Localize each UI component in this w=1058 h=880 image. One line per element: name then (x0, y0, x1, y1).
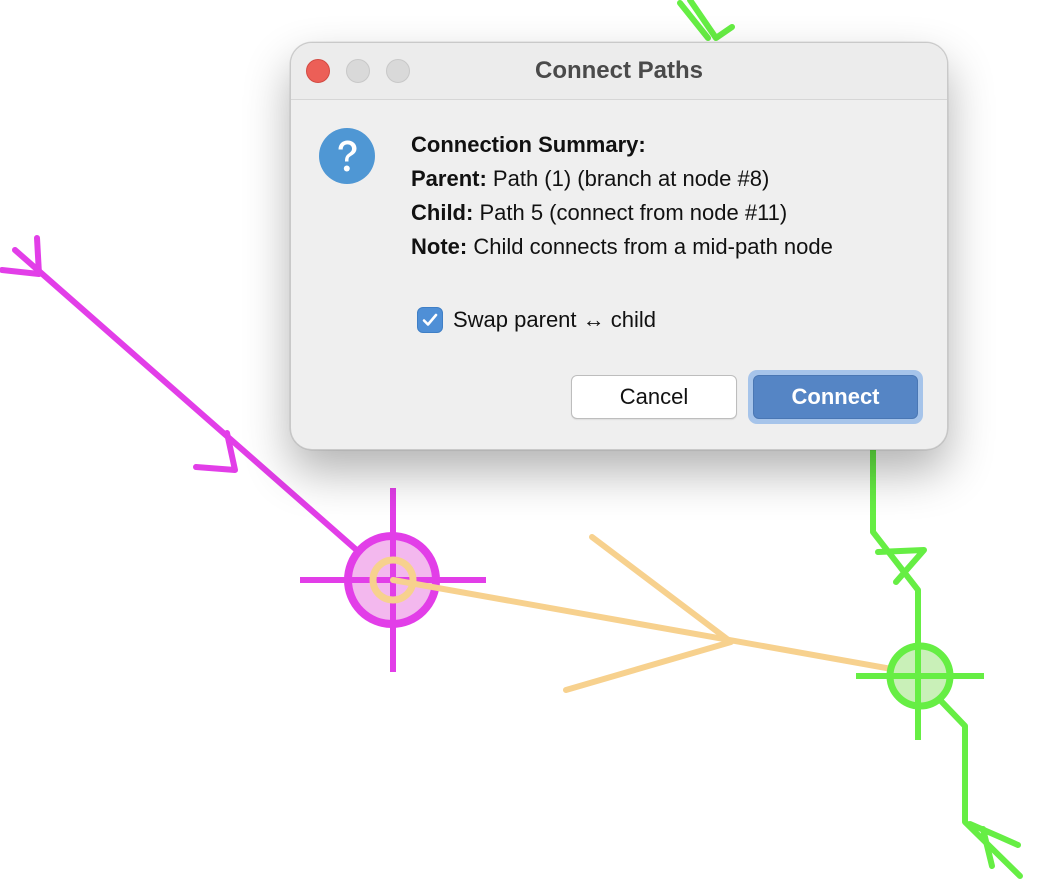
swap-parent-child-option[interactable]: Swap parent ↔ child (417, 305, 656, 335)
child-label: Child: (411, 200, 474, 225)
swap-checkbox[interactable] (417, 307, 443, 333)
connect-button[interactable]: Connect (753, 375, 918, 419)
question-icon (319, 128, 375, 184)
note-value: Child connects from a mid-path node (473, 234, 833, 259)
connection-summary: Connection Summary: Parent: Path (1) (br… (411, 128, 931, 264)
cancel-button[interactable]: Cancel (571, 375, 737, 419)
dialog-titlebar: Connect Paths (291, 43, 947, 100)
dialog-title: Connect Paths (534, 57, 704, 84)
summary-heading: Connection Summary: (411, 132, 646, 157)
magenta-arrowhead (193, 430, 238, 473)
note-row: Note: Child connects from a mid-path nod… (411, 230, 931, 264)
connect-paths-dialog: Connect Paths Connection Summary: Parent… (290, 42, 948, 450)
note-label: Note: (411, 234, 468, 259)
child-row: Child: Path 5 (connect from node #11) (411, 196, 931, 230)
child-value: Path 5 (connect from node #11) (479, 200, 788, 225)
checkmark-icon (422, 313, 438, 326)
orange-path[interactable] (369, 534, 923, 693)
swap-label[interactable]: Swap parent ↔ child (453, 307, 656, 333)
parent-label: Parent: (411, 166, 487, 191)
parent-value: Path (1) (branch at node #8) (492, 166, 770, 191)
parent-row: Parent: Path (1) (branch at node #8) (411, 162, 931, 196)
